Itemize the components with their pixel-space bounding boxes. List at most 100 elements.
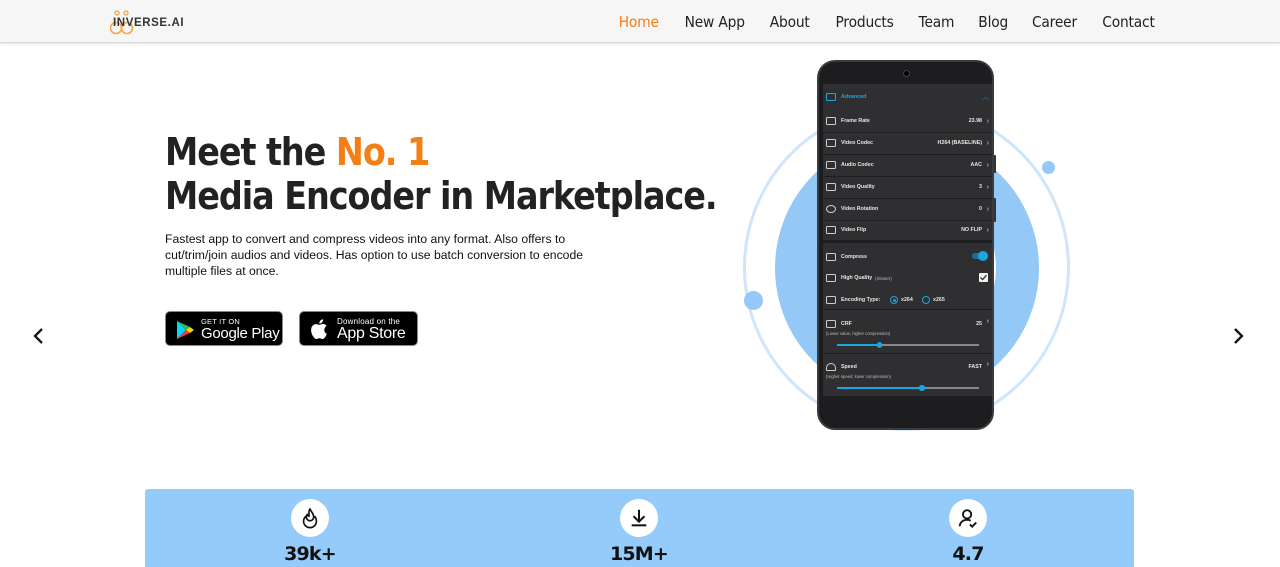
nav-home[interactable]: Home bbox=[619, 13, 659, 31]
hero-description: Fastest app to convert and compress vide… bbox=[165, 232, 584, 278]
speed-note: (Higher speed, lower compression) bbox=[826, 374, 891, 379]
setting-value: NO FLIP bbox=[961, 227, 982, 234]
setting-label: Video Rotation bbox=[841, 206, 879, 213]
chevron-right-icon: › bbox=[986, 226, 989, 234]
setting-row-audio-codec: Audio Codec AAC › bbox=[823, 155, 992, 177]
setting-row-video-quality: Video Quality 3 › bbox=[823, 177, 992, 199]
advanced-icon bbox=[826, 93, 836, 101]
setting-value: 0 bbox=[979, 206, 982, 213]
encoding-type-row: Encoding Type: x264 x265 bbox=[823, 290, 992, 310]
video-codec-icon bbox=[826, 139, 836, 148]
high-quality-icon bbox=[826, 274, 836, 282]
main-nav: Home New App About Products Team Blog Ca… bbox=[617, 0, 1157, 43]
setting-row-video-flip: Video Flip NO FLIP › bbox=[823, 221, 992, 243]
chevron-right-icon: › bbox=[986, 117, 989, 125]
chevron-right-icon: › bbox=[986, 205, 989, 213]
radio-x265[interactable] bbox=[922, 296, 930, 304]
high-quality-row: High Quality (Slower) bbox=[823, 268, 992, 288]
speed-label: Speed bbox=[841, 364, 857, 370]
chevron-right-icon: › bbox=[986, 139, 989, 147]
stat-value: 39k+ bbox=[284, 543, 337, 565]
crf-label: CRF bbox=[841, 321, 852, 327]
compress-toggle[interactable] bbox=[972, 251, 988, 261]
encoding-icon bbox=[826, 295, 836, 304]
apple-icon bbox=[310, 318, 330, 340]
speed-block: Speed FAST › (Higher speed, lower compre… bbox=[823, 357, 992, 397]
carousel-next-button[interactable] bbox=[1231, 327, 1245, 345]
nav-blog[interactable]: Blog bbox=[978, 13, 1008, 31]
chevron-right-icon: › bbox=[986, 361, 989, 368]
crf-value: 25 bbox=[976, 321, 982, 327]
radio-dot bbox=[892, 298, 896, 302]
slider-knob[interactable] bbox=[876, 342, 883, 348]
nav-team[interactable]: Team bbox=[918, 13, 954, 31]
crf-icon bbox=[826, 320, 836, 328]
setting-label: Audio Codec bbox=[841, 162, 874, 169]
app-store-button[interactable]: Download on the App Store bbox=[299, 311, 418, 346]
phone-illustration: Advanced ︿ Frame Rate 23.98 › Video Code… bbox=[740, 60, 1075, 432]
video-flip-icon bbox=[826, 226, 836, 235]
app-store-big-text: App Store bbox=[337, 325, 406, 342]
setting-label: Video Codec bbox=[841, 140, 873, 147]
google-play-icon bbox=[174, 319, 196, 341]
user-check-icon bbox=[949, 499, 987, 537]
decor-dot bbox=[1042, 161, 1055, 174]
download-icon bbox=[620, 499, 658, 537]
setting-value: 23.98 bbox=[968, 118, 982, 125]
nav-about[interactable]: About bbox=[770, 13, 810, 31]
video-rotation-icon bbox=[826, 205, 836, 214]
chevron-right-icon: › bbox=[986, 183, 989, 191]
slider-knob[interactable] bbox=[919, 385, 925, 391]
chevron-right-icon: › bbox=[986, 161, 989, 169]
phone-camera bbox=[903, 70, 910, 77]
speed-slider[interactable] bbox=[837, 385, 979, 391]
nav-products[interactable]: Products bbox=[835, 13, 893, 31]
high-quality-checkbox[interactable] bbox=[979, 273, 988, 282]
site-header: INVERSE.AI Home New App About Products T… bbox=[0, 0, 1280, 43]
setting-value: AAC bbox=[970, 162, 982, 169]
advanced-section-header: Advanced ︿ bbox=[823, 87, 992, 107]
chevron-up-icon: ︿ bbox=[982, 94, 989, 101]
encoding-type-label: Encoding Type: bbox=[841, 296, 881, 303]
slider-fill bbox=[837, 344, 880, 346]
stat-value: 15M+ bbox=[609, 543, 669, 565]
chevron-right-icon: › bbox=[986, 318, 989, 325]
phone-screen: Advanced ︿ Frame Rate 23.98 › Video Code… bbox=[823, 84, 992, 397]
speed-value: FAST bbox=[968, 364, 982, 370]
setting-label: Frame Rate bbox=[841, 118, 870, 125]
radio-x264[interactable] bbox=[890, 296, 898, 304]
compress-icon bbox=[826, 253, 836, 261]
radio-x264-label: x264 bbox=[901, 296, 913, 303]
google-play-button[interactable]: GET IT ON Google Play bbox=[165, 311, 283, 346]
hero-title-line2: Media Encoder in Marketplace. bbox=[165, 174, 718, 218]
decor-dot bbox=[744, 291, 763, 310]
slider-fill bbox=[837, 387, 923, 389]
crf-slider[interactable] bbox=[837, 342, 979, 348]
setting-row-video-codec: Video Codec H264 (BASELINE) › bbox=[823, 133, 992, 155]
setting-label: Video Flip bbox=[841, 227, 867, 234]
setting-row-frame-rate: Frame Rate 23.98 › bbox=[823, 111, 992, 133]
stat-value: 4.7 bbox=[952, 543, 984, 565]
audio-codec-icon bbox=[826, 161, 836, 170]
carousel-prev-button[interactable] bbox=[32, 327, 46, 345]
chevron-right-icon bbox=[1234, 328, 1244, 344]
stats-band: 39k+ 15M+ 4.7 bbox=[145, 489, 1134, 567]
check-icon bbox=[980, 274, 987, 281]
radio-x265-label: x265 bbox=[933, 296, 945, 303]
compress-label: Compress bbox=[841, 254, 867, 260]
brand-logo[interactable]: INVERSE.AI bbox=[109, 8, 184, 36]
nav-contact[interactable]: Contact bbox=[1102, 13, 1155, 31]
setting-value: H264 (BASELINE) bbox=[937, 140, 982, 147]
speed-icon bbox=[826, 363, 836, 371]
chevron-left-icon bbox=[33, 328, 43, 344]
nav-career[interactable]: Career bbox=[1032, 13, 1077, 31]
compress-row: Compress bbox=[823, 247, 992, 267]
setting-row-video-rotation: Video Rotation 0 › bbox=[823, 199, 992, 221]
setting-label: Video Quality bbox=[841, 184, 875, 191]
setting-value: 3 bbox=[979, 184, 982, 191]
brand-name: INVERSE.AI bbox=[113, 17, 185, 29]
high-quality-note: (Slower) bbox=[875, 275, 892, 281]
nav-new-app[interactable]: New App bbox=[685, 13, 745, 31]
google-play-big-text: Google Play bbox=[201, 325, 280, 342]
hero-title-accent: No. 1 bbox=[335, 130, 430, 174]
